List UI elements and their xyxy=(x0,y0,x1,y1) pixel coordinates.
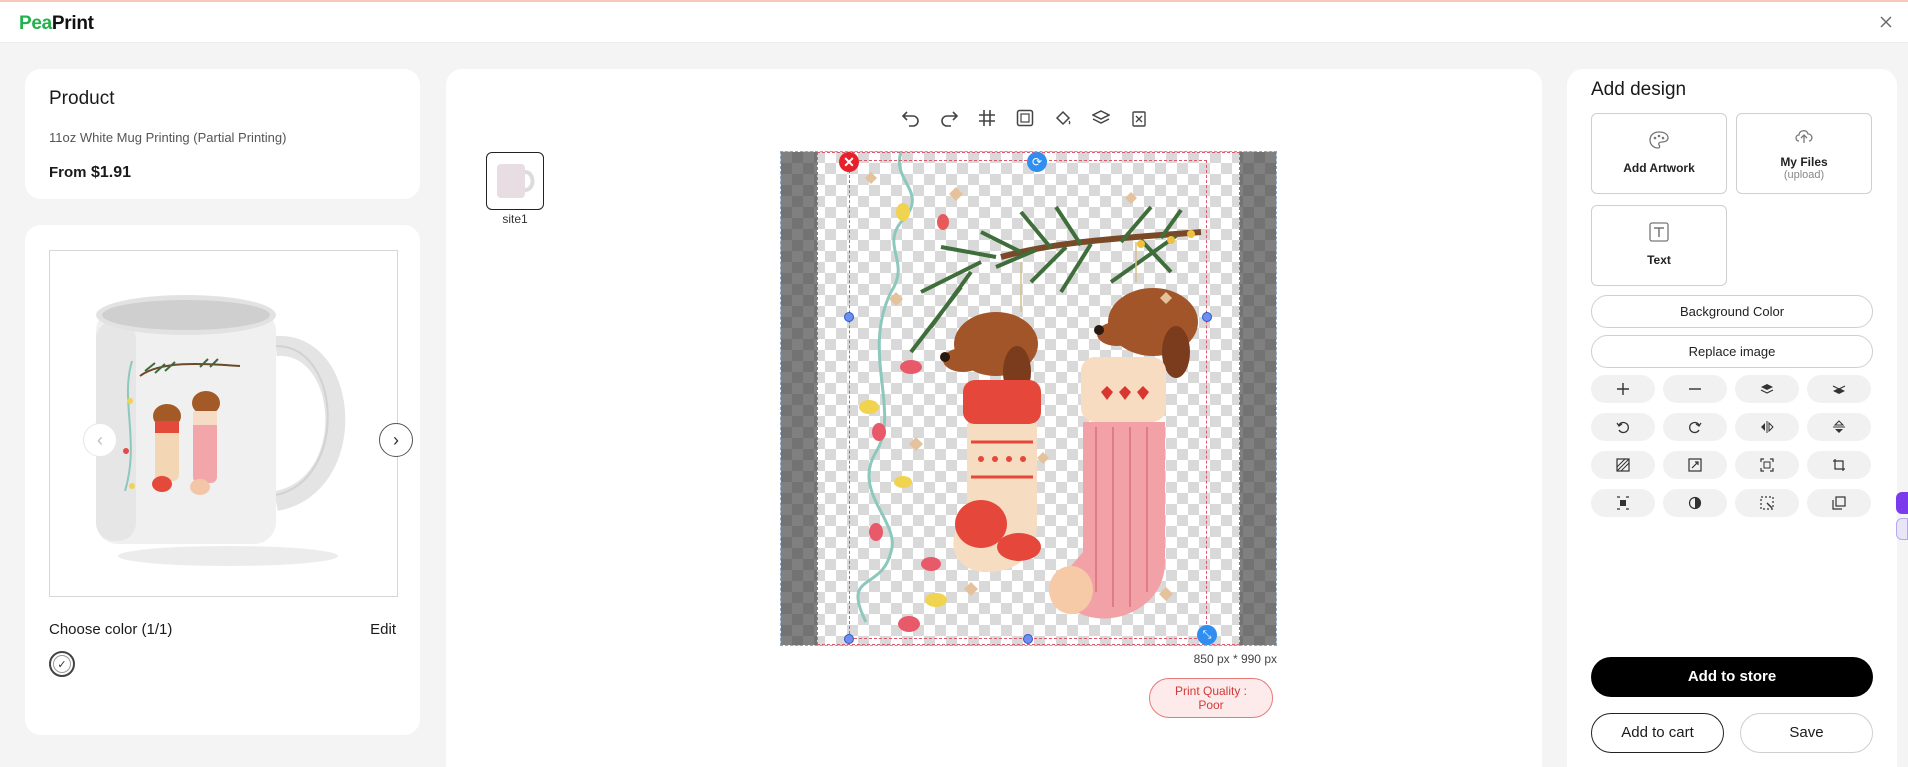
text-tile[interactable]: Text xyxy=(1591,205,1727,286)
print-quality-badge[interactable]: Print Quality : Poor xyxy=(1149,678,1273,718)
mockup-preview-card: ‹ › Choose color (1/1) Edit ✓ xyxy=(25,225,420,735)
color-swatch-white[interactable]: ✓ xyxy=(49,651,75,677)
grid-icon[interactable] xyxy=(974,107,1000,129)
close-icon[interactable] xyxy=(1876,12,1896,32)
save-button[interactable]: Save xyxy=(1740,713,1873,753)
align-center-icon[interactable] xyxy=(1591,489,1655,517)
add-design-panel: Add design Add Artwork My Files (upload)… xyxy=(1567,69,1897,767)
side-widget-chat[interactable] xyxy=(1896,492,1908,514)
product-title: Product xyxy=(49,88,115,109)
logo[interactable]: PeaPrint xyxy=(19,13,94,35)
previous-mockup-button[interactable]: ‹ xyxy=(83,423,117,457)
fit-icon[interactable] xyxy=(1012,107,1038,129)
plus-icon[interactable] xyxy=(1591,375,1655,403)
editor-panel: site1 ✕ ⟳ ⤡ 850 px * 990 px Print Qualit… xyxy=(446,69,1542,767)
replace-image-button[interactable]: Replace image xyxy=(1591,335,1873,368)
canvas-dimensions: 850 px * 990 px xyxy=(1193,652,1277,666)
add-to-cart-button[interactable]: Add to cart xyxy=(1591,713,1724,753)
rotate-left-icon[interactable] xyxy=(1591,413,1655,441)
my-files-label: My Files xyxy=(1780,155,1828,169)
add-design-title: Add design xyxy=(1591,79,1687,100)
rotate-layer-icon[interactable]: ⟳ xyxy=(1027,152,1047,172)
print-quality-label: Print Quality : xyxy=(1174,684,1248,698)
clear-icon[interactable] xyxy=(1126,107,1152,129)
scale-layer-icon[interactable]: ⤡ xyxy=(1197,625,1217,645)
print-side-thumbnail[interactable] xyxy=(486,152,544,210)
product-card: Product 11oz White Mug Printing (Partial… xyxy=(25,69,420,199)
flip-vertical-icon[interactable] xyxy=(1807,413,1871,441)
flip-horizontal-icon[interactable] xyxy=(1735,413,1799,441)
choose-color-label: Choose color (1/1) xyxy=(49,621,173,638)
duplicate-icon[interactable] xyxy=(1807,489,1871,517)
print-quality-value: Poor xyxy=(1198,698,1224,712)
layers-icon[interactable] xyxy=(1088,107,1114,129)
text-icon xyxy=(1649,222,1669,242)
editor-toolbar xyxy=(898,107,1152,129)
minus-icon[interactable] xyxy=(1663,375,1727,403)
crop-icon[interactable] xyxy=(1807,451,1871,479)
select-area-icon[interactable] xyxy=(1735,489,1799,517)
my-files-tile[interactable]: My Files (upload) xyxy=(1736,113,1872,194)
text-label: Text xyxy=(1647,253,1671,267)
side-widget-help[interactable] xyxy=(1896,518,1908,540)
resize-handle-bottom-left[interactable] xyxy=(844,634,854,644)
selection-outline xyxy=(849,160,1207,639)
product-name: 11oz White Mug Printing (Partial Printin… xyxy=(49,130,287,145)
transform-tools xyxy=(1591,375,1873,517)
fit-frame-icon[interactable] xyxy=(1735,451,1799,479)
layer-up-icon[interactable] xyxy=(1735,375,1799,403)
resize-handle-right[interactable] xyxy=(1202,312,1212,322)
my-files-sublabel: (upload) xyxy=(1783,169,1825,181)
rotate-right-icon[interactable] xyxy=(1663,413,1727,441)
add-artwork-tile[interactable]: Add Artwork xyxy=(1591,113,1727,194)
redo-icon[interactable] xyxy=(936,107,962,129)
top-bar: PeaPrint xyxy=(0,0,1908,43)
delete-layer-icon[interactable]: ✕ xyxy=(839,152,859,172)
design-canvas[interactable]: ✕ ⟳ ⤡ xyxy=(780,151,1277,646)
mockup-preview: ‹ › xyxy=(49,250,413,597)
product-price: From $1.91 xyxy=(49,164,131,182)
logo-pea: Pea xyxy=(19,13,52,34)
cloud-upload-icon xyxy=(1795,130,1813,143)
undo-icon[interactable] xyxy=(898,107,924,129)
contrast-icon[interactable] xyxy=(1663,489,1727,517)
add-to-store-button[interactable]: Add to store xyxy=(1591,657,1873,697)
pattern-icon[interactable] xyxy=(1591,451,1655,479)
edit-color-link[interactable]: Edit xyxy=(370,621,396,638)
expand-icon[interactable] xyxy=(1663,451,1727,479)
logo-print: Print xyxy=(51,13,94,34)
mug-thumbnail-icon xyxy=(497,164,535,198)
check-icon: ✓ xyxy=(53,655,71,673)
price-value: $1.91 xyxy=(90,164,131,181)
price-prefix: From xyxy=(49,164,87,181)
resize-handle-bottom[interactable] xyxy=(1023,634,1033,644)
next-mockup-button[interactable]: › xyxy=(379,423,413,457)
add-artwork-label: Add Artwork xyxy=(1623,161,1695,175)
layer-down-icon[interactable] xyxy=(1807,375,1871,403)
palette-icon xyxy=(1649,131,1669,149)
background-color-button[interactable]: Background Color xyxy=(1591,295,1873,328)
print-side-label: site1 xyxy=(502,212,528,226)
fill-icon[interactable] xyxy=(1050,107,1076,129)
resize-handle-left[interactable] xyxy=(844,312,854,322)
